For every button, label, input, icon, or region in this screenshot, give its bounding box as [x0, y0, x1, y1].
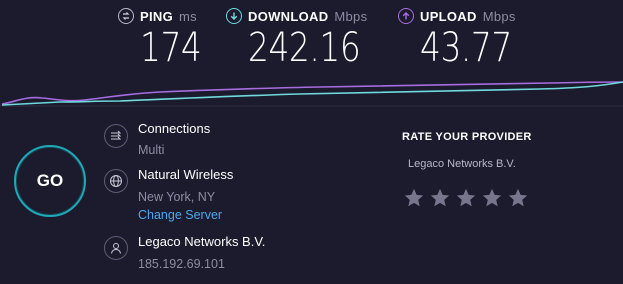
- star-icon[interactable]: [429, 187, 451, 209]
- star-icon[interactable]: [481, 187, 503, 209]
- download-graph-line: [1, 81, 623, 106]
- user-icon: [104, 236, 128, 260]
- go-button[interactable]: GO: [14, 145, 86, 217]
- download-unit: Mbps: [334, 8, 368, 24]
- server-location: New York, NY: [138, 190, 216, 204]
- download-label: DOWNLOAD: [248, 8, 329, 24]
- server-name: Natural Wireless: [138, 167, 234, 182]
- upload-value: 43.77: [420, 25, 512, 71]
- rate-provider-name: Legaco Networks B.V.: [408, 158, 516, 170]
- provider-name: Legaco Networks B.V.: [138, 234, 266, 249]
- ping-unit: ms: [178, 8, 197, 24]
- download-value: 242.16: [248, 25, 361, 71]
- upload-label: UPLOAD: [420, 8, 477, 24]
- ping-value: 174: [140, 25, 202, 71]
- speed-graph: [0, 81, 623, 107]
- upload-metric: UPLOAD Mbps 43.77: [398, 8, 532, 70]
- ping-icon: [118, 8, 134, 24]
- upload-unit: Mbps: [482, 8, 516, 24]
- ping-metric: PING ms 174: [118, 8, 215, 70]
- go-button-label: GO: [36, 171, 64, 190]
- download-metric: DOWNLOAD Mbps 242.16: [226, 8, 385, 70]
- rate-provider-title: RATE YOUR PROVIDER: [402, 131, 532, 143]
- connections-arrows-icon: [104, 124, 128, 148]
- change-server-link[interactable]: Change Server: [138, 208, 222, 222]
- connections-value: Multi: [138, 143, 165, 157]
- provider-ip: 185.192.69.101: [138, 257, 225, 271]
- rating-stars: [403, 187, 529, 209]
- star-icon[interactable]: [455, 187, 477, 209]
- ping-label: PING: [140, 8, 173, 24]
- star-icon[interactable]: [403, 187, 425, 209]
- globe-icon: [104, 169, 128, 193]
- upload-arrow-icon: [398, 8, 414, 24]
- download-arrow-icon: [226, 8, 242, 24]
- connections-title: Connections: [138, 121, 211, 136]
- star-icon[interactable]: [507, 187, 529, 209]
